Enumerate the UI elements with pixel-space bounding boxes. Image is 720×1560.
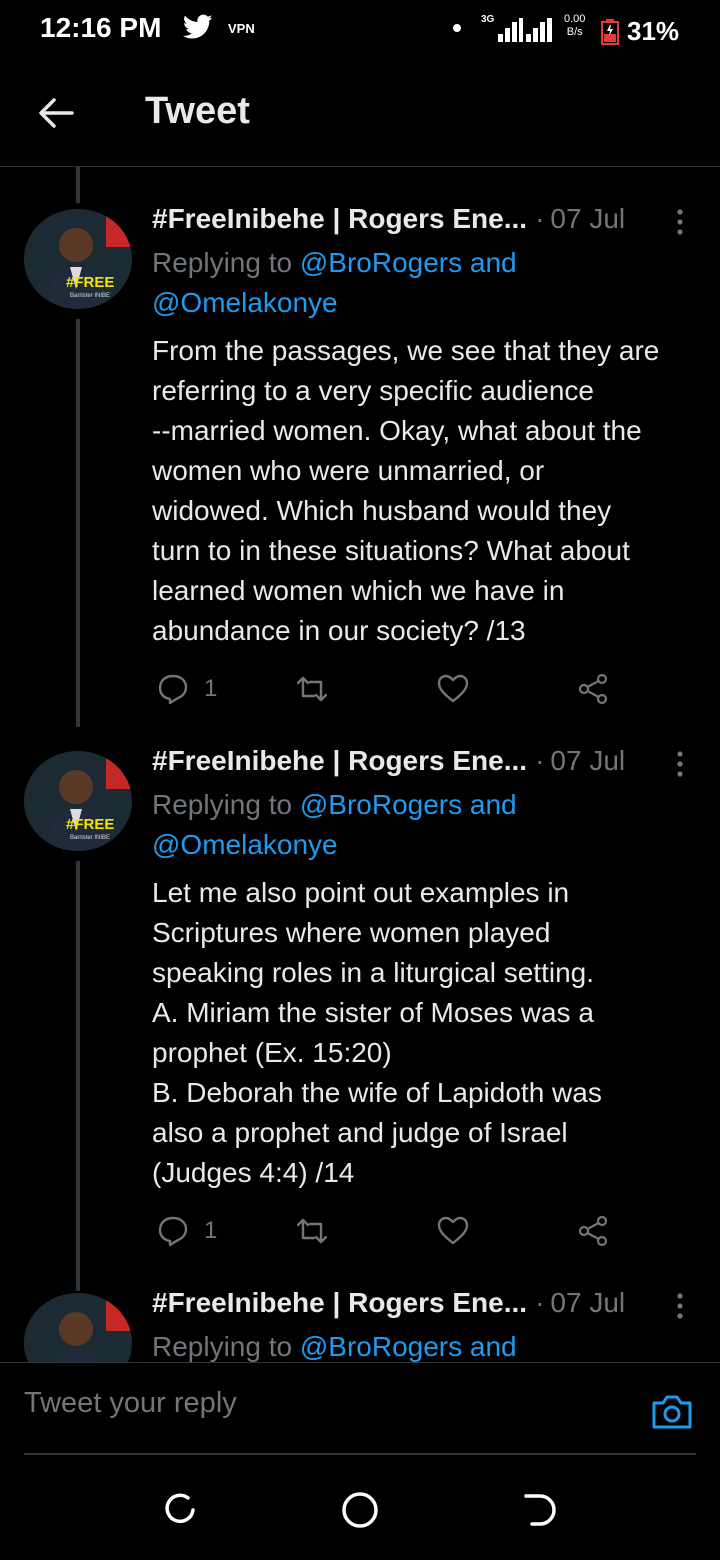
- battery-icon: [601, 19, 619, 45]
- replying-to: Replying to @BroRogers and: [152, 1327, 517, 1362]
- avatar-image: [24, 1293, 132, 1362]
- mention-link[interactable]: @Omelakonye: [152, 287, 338, 318]
- notification-dot: [453, 24, 461, 32]
- heart-icon: [437, 674, 469, 703]
- network-speed: 0.00 B/s: [564, 13, 585, 39]
- mention-link[interactable]: @Omelakonye: [152, 829, 338, 860]
- home-icon[interactable]: [340, 1490, 380, 1530]
- separator-dot: ·: [535, 745, 545, 776]
- recent-apps-icon[interactable]: [160, 1490, 200, 1530]
- tweet-thread[interactable]: #FREE Barrister INIBE #FreeInibehe | Rog…: [0, 167, 720, 1362]
- system-nav-bar: [0, 1456, 720, 1560]
- battery-percent: 31%: [627, 16, 680, 46]
- heart-icon: [437, 1216, 469, 1245]
- speed-unit: B/s: [566, 26, 583, 38]
- more-vertical-icon[interactable]: [665, 1291, 695, 1321]
- retweet-button[interactable]: [295, 669, 329, 709]
- tweet-actions: 1: [152, 669, 632, 709]
- signal-icon: [526, 18, 552, 42]
- replying-to-label: Replying to: [152, 247, 293, 278]
- mention-link[interactable]: @BroRogers and: [300, 789, 517, 820]
- tweet-item[interactable]: #FREE Barrister INIBE #FreeInibehe | Rog…: [0, 745, 720, 1275]
- replying-to: Replying to @BroRogers and: [152, 243, 517, 283]
- tweet-item[interactable]: #FreeInibehe | Rogers Ene... · 07 Jul Repl…: [0, 1287, 720, 1362]
- more-vertical-icon[interactable]: [665, 207, 695, 237]
- arrow-left-icon[interactable]: [36, 93, 76, 133]
- avatar-badge-text: #FREE: [66, 816, 114, 833]
- replying-to: Replying to @BroRogers and: [152, 785, 517, 825]
- avatar-image: #FREE Barrister INIBE: [24, 209, 132, 309]
- replying-to-label: Replying to: [152, 789, 293, 820]
- tweet-date[interactable]: 07 Jul: [550, 203, 625, 234]
- vpn-indicator: VPN: [228, 21, 255, 36]
- avatar-caption-text: Barrister INIBE: [70, 293, 110, 299]
- tweet-actions: 1: [152, 1211, 632, 1251]
- retweet-button[interactable]: [295, 1211, 329, 1251]
- reply-divider: [24, 1453, 696, 1455]
- replying-to-label: Replying to: [152, 1331, 293, 1362]
- like-button[interactable]: [436, 669, 470, 709]
- reply-count: 1: [204, 1217, 218, 1244]
- tweet-header: #FreeInibehe | Rogers Ene... · 07 Jul: [152, 1287, 697, 1331]
- replying-to-cont: @Omelakonye: [152, 283, 338, 323]
- reply-icon: [158, 674, 188, 705]
- author-name[interactable]: #FreeInibehe | Rogers Ene...: [152, 745, 527, 776]
- share-button[interactable]: [576, 669, 610, 709]
- share-icon: [578, 1215, 608, 1247]
- reply-button[interactable]: 1: [156, 669, 217, 709]
- separator-dot: ·: [535, 203, 545, 234]
- tweet-item[interactable]: #FREE Barrister INIBE #FreeInibehe | Rog…: [0, 203, 720, 733]
- reply-button[interactable]: 1: [156, 1211, 217, 1251]
- separator-dot: ·: [535, 1287, 545, 1318]
- tweet-header: #FreeInibehe | Rogers Ene... · 07 Jul: [152, 203, 697, 247]
- like-button[interactable]: [436, 1211, 470, 1251]
- avatar-badge-text: #FREE: [66, 274, 114, 291]
- tweet-text: Let me also point out examples in Script…: [152, 877, 602, 1188]
- avatar-caption-text: Barrister INIBE: [70, 835, 110, 841]
- share-icon: [578, 673, 608, 705]
- mention-link[interactable]: @BroRogers and: [300, 1331, 517, 1362]
- retweet-icon: [296, 1218, 328, 1244]
- back-icon[interactable]: [520, 1490, 560, 1530]
- reply-composer: Tweet your reply: [0, 1362, 720, 1455]
- reply-icon: [158, 1216, 188, 1247]
- replying-to-cont: @Omelakonye: [152, 825, 338, 865]
- reply-count: 1: [204, 675, 218, 702]
- avatar[interactable]: [24, 1293, 132, 1362]
- status-time: 12:16 PM: [40, 12, 162, 43]
- top-app-bar: Tweet: [0, 60, 720, 167]
- page-title: Tweet: [145, 90, 250, 132]
- tweet-header: #FreeInibehe | Rogers Ene... · 07 Jul: [152, 745, 697, 789]
- tweet-date[interactable]: 07 Jul: [550, 1287, 625, 1318]
- avatar[interactable]: #FREE Barrister INIBE: [24, 751, 132, 851]
- avatar[interactable]: #FREE Barrister INIBE: [24, 209, 132, 309]
- author-name[interactable]: #FreeInibehe | Rogers Ene...: [152, 1287, 527, 1318]
- thread-line: [76, 167, 80, 203]
- speed-value: 0.00: [564, 13, 586, 25]
- more-vertical-icon[interactable]: [665, 749, 695, 779]
- tweet-text: From the passages, we see that they are …: [152, 335, 660, 646]
- tweet-date[interactable]: 07 Jul: [550, 745, 625, 776]
- share-button[interactable]: [576, 1211, 610, 1251]
- avatar-image: #FREE Barrister INIBE: [24, 751, 132, 851]
- status-bar: 12:16 PM VPN 3G 0.00 B/s 31%: [0, 0, 720, 60]
- reply-input[interactable]: Tweet your reply: [24, 1387, 237, 1420]
- retweet-icon: [296, 676, 328, 702]
- camera-icon[interactable]: [650, 1391, 694, 1431]
- twitter-icon: [183, 14, 213, 39]
- mention-link[interactable]: @BroRogers and: [300, 247, 517, 278]
- author-name[interactable]: #FreeInibehe | Rogers Ene...: [152, 203, 527, 234]
